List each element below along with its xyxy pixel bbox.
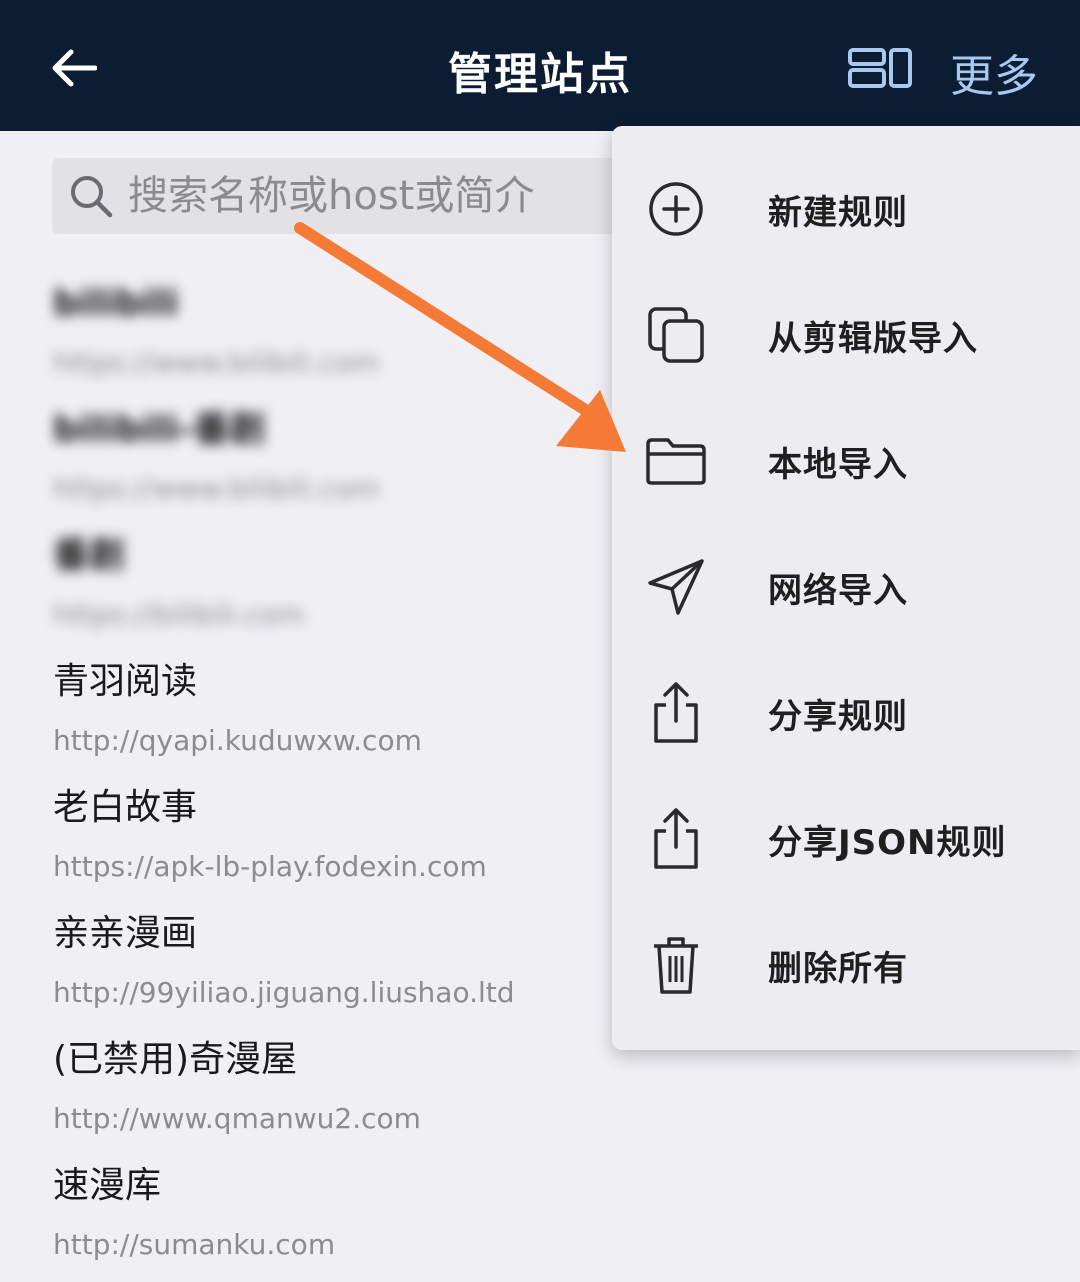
layout-toggle-icon <box>848 48 912 88</box>
site-url: https://bilibili.com <box>53 598 305 631</box>
search-bar[interactable] <box>52 158 652 234</box>
page-title: 管理站点 <box>448 49 632 100</box>
send-icon <box>642 553 710 621</box>
menu-item-import-clipboard[interactable]: 从剪辑版导入 <box>612 272 1080 398</box>
site-item[interactable]: 老白故事 https://apk-lb-play.fodexin.com <box>53 784 673 904</box>
menu-item-share-rule[interactable]: 分享规则 <box>612 650 1080 776</box>
site-item[interactable]: bilibili https://www.bilibili.com <box>53 280 673 400</box>
site-url: https://apk-lb-play.fodexin.com <box>53 850 487 883</box>
site-name: 速漫库 <box>53 1165 162 1206</box>
app-header: 管理站点 更多 <box>0 0 1080 131</box>
site-item[interactable]: (已禁用)奇漫屋 http://www.qmanwu2.com <box>53 1036 673 1156</box>
menu-item-label: 分享JSON规则 <box>768 822 1007 863</box>
search-icon <box>68 173 114 219</box>
site-item[interactable]: 青羽阅读 http://qyapi.kuduwxw.com <box>53 658 673 778</box>
site-item[interactable]: bilibili-番剧 https://www.bilibili.com <box>53 406 673 526</box>
menu-item-delete-all[interactable]: 删除所有 <box>612 902 1080 1028</box>
folder-icon <box>642 427 710 495</box>
more-button[interactable]: 更多 <box>950 40 1038 104</box>
menu-item-label: 删除所有 <box>768 948 908 989</box>
site-name: 番剧 <box>53 535 126 576</box>
menu-item-new-rule[interactable]: 新建规则 <box>612 146 1080 272</box>
site-url: https://www.bilibili.com <box>53 346 380 379</box>
menu-item-label: 新建规则 <box>768 192 908 233</box>
menu-item-network-import[interactable]: 网络导入 <box>612 524 1080 650</box>
site-url: https://www.bilibili.com <box>53 472 380 505</box>
site-name: 亲亲漫画 <box>53 913 198 954</box>
more-dropdown-menu: 新建规则 从剪辑版导入 本地导入 网络导入 分享规则 分享JSON规则 删除所有 <box>612 126 1080 1050</box>
search-input[interactable] <box>128 173 608 219</box>
trash-icon <box>642 931 710 999</box>
share-icon <box>642 679 710 747</box>
site-name: (已禁用)奇漫屋 <box>53 1039 298 1080</box>
site-name: 老白故事 <box>53 787 198 828</box>
copy-icon <box>642 301 710 369</box>
share-icon <box>642 805 710 873</box>
plus-circle-icon <box>642 175 710 243</box>
site-name: bilibili <box>53 283 179 324</box>
site-url: http://sumanku.com <box>53 1228 336 1261</box>
menu-item-label: 网络导入 <box>768 570 908 611</box>
site-url: http://www.qmanwu2.com <box>53 1102 421 1135</box>
site-item[interactable]: 速漫库 http://sumanku.com <box>53 1162 673 1282</box>
site-url: http://99yiliao.jiguang.liushao.ltd <box>53 976 515 1009</box>
site-item[interactable]: 番剧 https://bilibili.com <box>53 532 673 652</box>
menu-item-label: 从剪辑版导入 <box>768 318 978 359</box>
site-name: bilibili-番剧 <box>53 409 266 450</box>
site-url: http://qyapi.kuduwxw.com <box>53 724 422 757</box>
menu-item-label: 本地导入 <box>768 444 908 485</box>
layout-toggle-button[interactable] <box>844 40 916 96</box>
menu-item-share-json-rule[interactable]: 分享JSON规则 <box>612 776 1080 902</box>
menu-item-label: 分享规则 <box>768 696 908 737</box>
menu-item-local-import[interactable]: 本地导入 <box>612 398 1080 524</box>
site-name: 青羽阅读 <box>53 661 198 702</box>
site-item[interactable]: 亲亲漫画 http://99yiliao.jiguang.liushao.ltd <box>53 910 673 1030</box>
